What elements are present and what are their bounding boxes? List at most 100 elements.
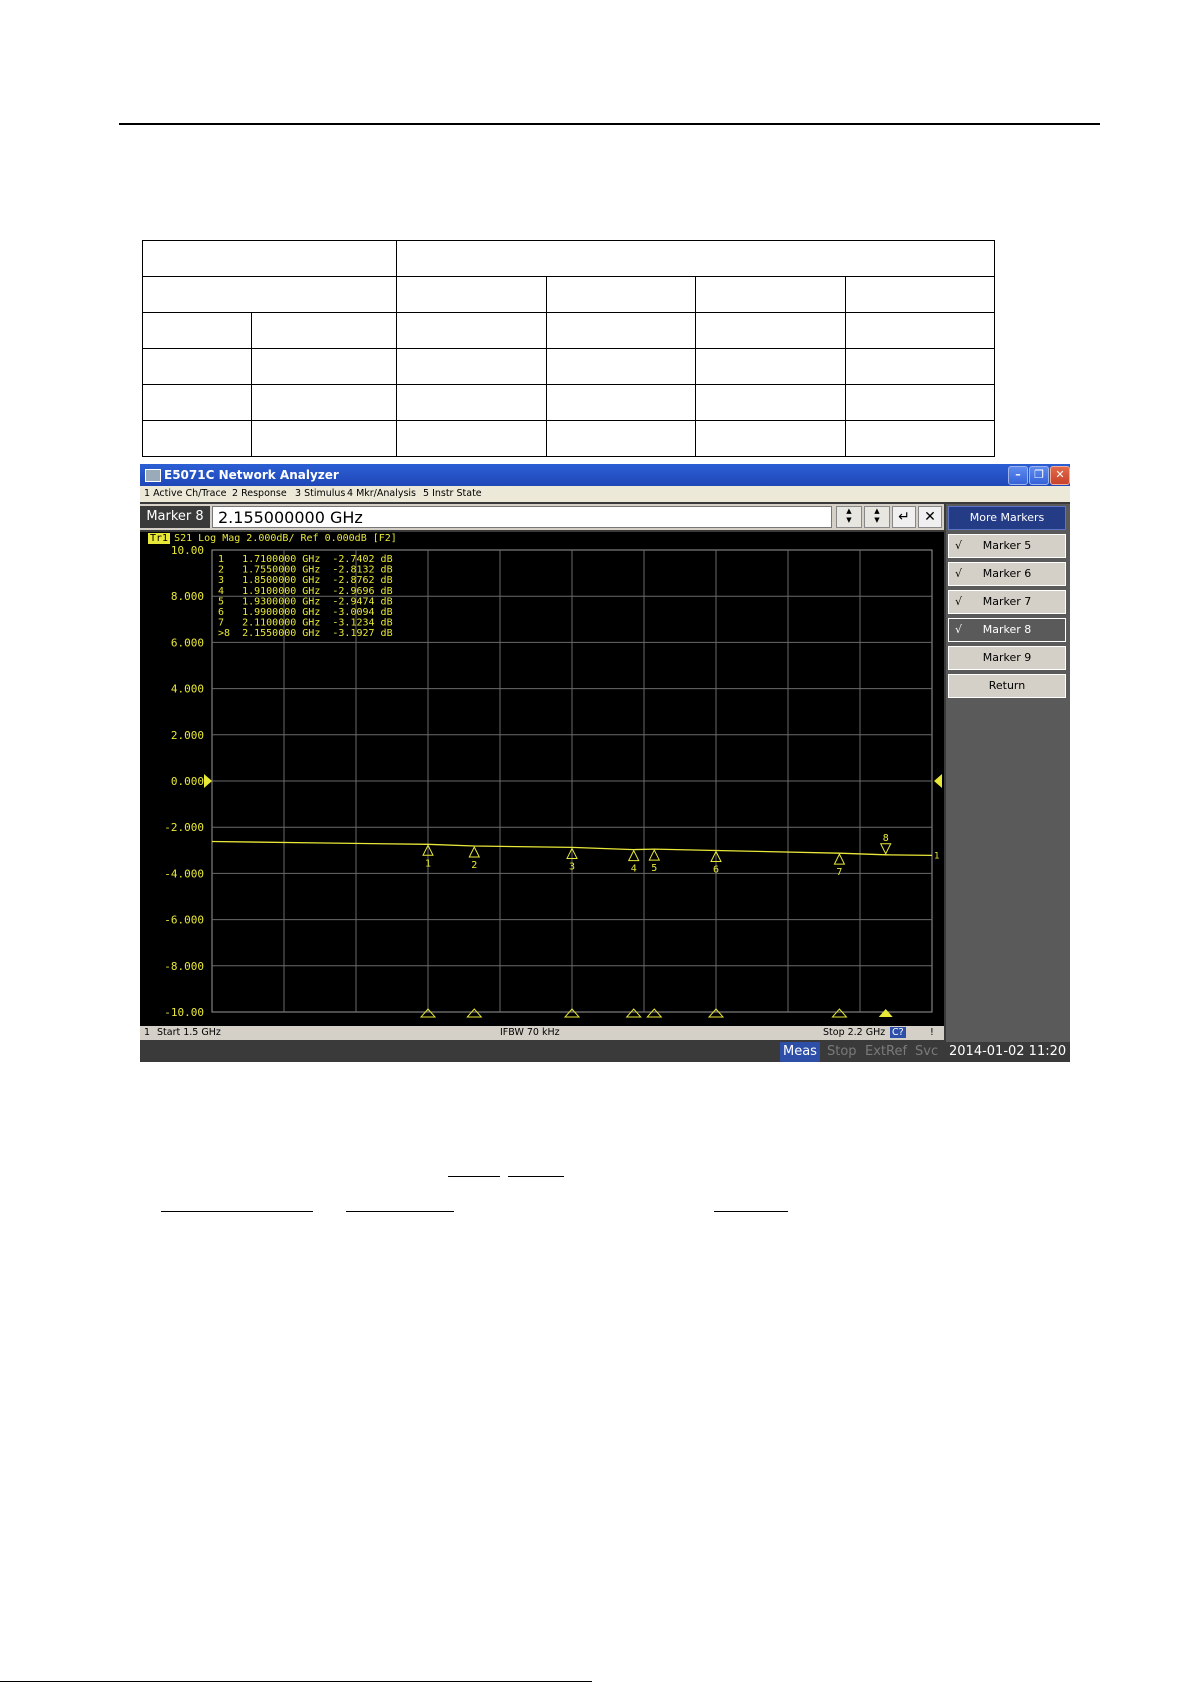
table-row — [142, 240, 995, 277]
y-tick-label: -4.000 — [164, 867, 204, 880]
table-row — [142, 312, 995, 349]
softkey-marker-9[interactable]: Marker 9 — [948, 646, 1066, 670]
table-cell — [396, 348, 547, 385]
table-cell — [142, 312, 252, 349]
softkey-label: More Markers — [969, 511, 1045, 524]
table-cell — [546, 348, 696, 385]
table-cell — [396, 420, 547, 457]
stimulus-marker-icon — [646, 1008, 663, 1018]
stimulus-marker-icon — [625, 1008, 642, 1018]
table-cell — [142, 420, 252, 457]
table-cell — [251, 312, 397, 349]
marker-readout-line: 3 1.8500000 GHz -2.8762 dB — [218, 575, 393, 586]
marker-readout-line: 5 1.9300000 GHz -2.9474 dB — [218, 596, 393, 607]
y-tick-label: 4.000 — [171, 683, 204, 696]
close-icon[interactable]: ✕ — [1050, 466, 1070, 485]
table-cell — [845, 312, 995, 349]
blank-underline — [508, 1176, 564, 1177]
y-tick-label: -10.00 — [164, 1006, 204, 1019]
y-tick-label: -2.000 — [164, 821, 204, 834]
table-cell — [142, 348, 252, 385]
window-titlebar[interactable]: E5071C Network Analyzer – ❐ ✕ — [140, 464, 1070, 486]
table-cell — [695, 384, 846, 421]
marker-label: 8 — [883, 833, 889, 844]
table-cell — [845, 384, 995, 421]
softkey-return[interactable]: Return — [948, 674, 1066, 698]
softkey-marker-5[interactable]: √ Marker 5 — [948, 534, 1066, 558]
table-cell — [396, 312, 547, 349]
window-title: E5071C Network Analyzer — [164, 468, 339, 482]
softkey-more-markers[interactable]: More Markers — [948, 506, 1066, 530]
marker-label: 3 — [569, 861, 575, 872]
check-icon: √ — [955, 539, 963, 552]
table-cell — [396, 240, 995, 277]
table-cell — [546, 276, 696, 313]
ref-level-left-icon — [204, 774, 212, 788]
menu-item-response[interactable]: 2 Response — [232, 488, 287, 499]
marker-label: 4 — [631, 864, 637, 875]
blank-underline — [346, 1211, 454, 1212]
softkey-label: Marker 6 — [982, 567, 1032, 580]
y-tick-label: -8.000 — [164, 960, 204, 973]
blank-underline — [714, 1211, 788, 1212]
marker-label: 6 — [713, 865, 719, 876]
ref-level-right-icon — [934, 774, 942, 788]
marker-readout-line: 1 1.7100000 GHz -2.7402 dB — [218, 554, 393, 565]
check-icon: √ — [955, 595, 963, 608]
marker-triangle — [833, 853, 846, 865]
table-cell — [695, 276, 846, 313]
blank-underline — [161, 1211, 313, 1212]
y-tick-label: -6.000 — [164, 914, 204, 927]
table-row — [142, 384, 995, 421]
marker-readout-line: 4 1.9100000 GHz -2.9696 dB — [218, 586, 393, 597]
header-rule — [119, 123, 1100, 125]
table-cell — [695, 420, 846, 457]
table-cell — [845, 276, 995, 313]
softkey-label: Return — [988, 679, 1026, 692]
softkey-marker-7[interactable]: √ Marker 7 — [948, 590, 1066, 614]
status-start: Start 1.5 GHz — [157, 1027, 221, 1038]
table-cell — [396, 276, 547, 313]
minimize-icon[interactable]: – — [1008, 466, 1028, 485]
step-up-down-icon[interactable]: ▲ ▼ — [864, 506, 890, 528]
menu-bar: 1 Active Ch/Trace 2 Response 3 Stimulus … — [140, 486, 1070, 502]
marker-readout-line: 7 2.1100000 GHz -3.1234 dB — [218, 618, 393, 629]
spin-up-down-icon[interactable]: ▲ ▼ — [836, 506, 862, 528]
marker-readout-line: 2 1.7550000 GHz -2.8132 dB — [218, 565, 393, 576]
y-tick-label: 2.000 — [171, 729, 204, 742]
table-cell — [142, 240, 397, 277]
marker-triangle — [627, 849, 640, 862]
menu-item-instr-state[interactable]: 5 Instr State — [423, 488, 482, 499]
marker-readout-line: 6 1.9900000 GHz -3.0094 dB — [218, 607, 393, 618]
status-ifbw: IFBW 70 kHz — [500, 1027, 560, 1038]
spec-table — [142, 240, 995, 457]
footer-rule — [0, 1681, 592, 1682]
menu-item-active-ch-trace[interactable]: 1 Active Ch/Trace — [144, 488, 227, 499]
trace-end-label: 1 — [934, 851, 939, 861]
stop-indicator: Stop — [827, 1044, 857, 1059]
menu-item-mkr-analysis[interactable]: 4 Mkr/Analysis — [347, 488, 416, 499]
y-tick-label: 0.000 — [171, 775, 204, 788]
check-icon: √ — [955, 623, 963, 636]
app-icon — [145, 469, 161, 482]
table-cell — [695, 312, 846, 349]
table-cell — [251, 348, 397, 385]
table-cell — [695, 348, 846, 385]
menu-item-stimulus[interactable]: 3 Stimulus — [295, 488, 345, 499]
marker-frequency-input[interactable]: 2.155000000 GHz — [212, 506, 832, 528]
table-cell — [396, 384, 547, 421]
y-tick-label: 8.000 — [171, 590, 204, 603]
y-tick-label: 6.000 — [171, 636, 204, 649]
stimulus-marker-icon — [466, 1008, 483, 1018]
enter-icon[interactable]: ↵ — [892, 506, 916, 528]
marker-label: 1 — [425, 858, 431, 869]
softkey-marker-8[interactable]: √ Marker 8 — [948, 618, 1066, 642]
restore-icon[interactable]: ❐ — [1029, 466, 1049, 485]
check-icon: √ — [955, 567, 963, 580]
s21-log-mag-chart: 10.00 8.000 6.000 4.000 2.000 0.000 -2.000 -4.0… — [164, 544, 942, 1019]
trace-display: Tr1 S21 Log Mag 2.000dB/ Ref 0.000dB [F2]… — [140, 532, 944, 1040]
status-flag: ! — [930, 1027, 934, 1038]
softkey-marker-6[interactable]: √ Marker 6 — [948, 562, 1066, 586]
cancel-icon[interactable]: ✕ — [918, 506, 942, 528]
svc-indicator: Svc — [915, 1044, 939, 1059]
